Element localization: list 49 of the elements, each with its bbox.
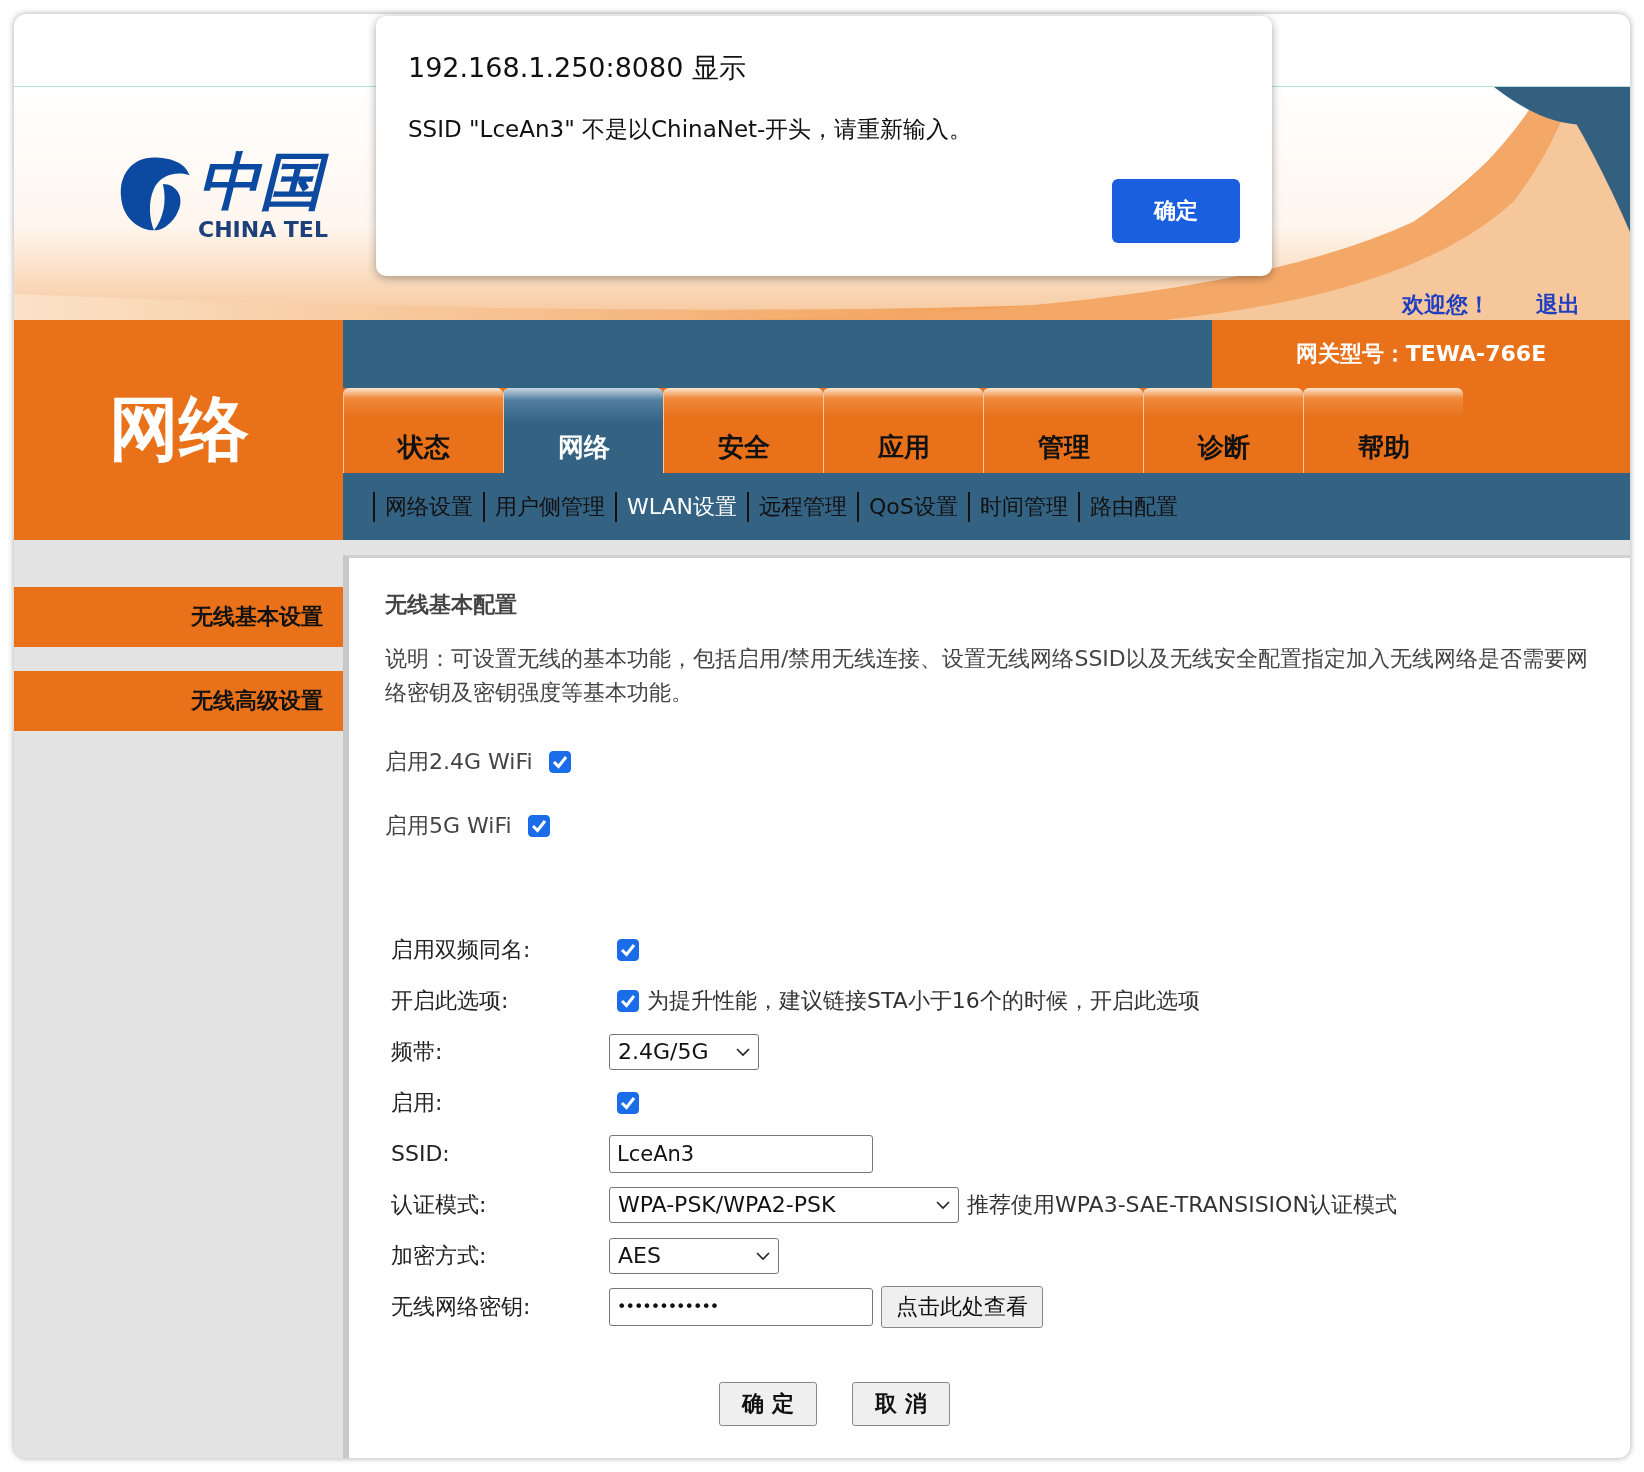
subnav-link[interactable]: WLAN设置 — [627, 491, 738, 522]
dropdown[interactable]: 2.4G/5G — [609, 1033, 759, 1070]
dialog-message: SSID "LceAn3" 不是以ChinaNet-开头，请重新输入。 — [408, 115, 974, 144]
hint-text: 为提升性能，建议链接STA小于16个的时候，开启此选项 — [647, 986, 1200, 1015]
section-title: 网络 — [108, 387, 249, 472]
dropdown[interactable]: AES — [609, 1237, 779, 1274]
ssid-field[interactable]: LceAn3 — [609, 1134, 873, 1173]
checkbox[interactable] — [617, 989, 639, 1012]
show-password-button[interactable]: 点击此处查看 — [881, 1285, 1043, 1328]
field-label: 启用: — [390, 1088, 444, 1117]
nav-tab[interactable]: 帮助 — [1303, 388, 1463, 473]
dropdown[interactable]: WPA-PSK/WPA2-PSK — [609, 1186, 959, 1223]
nav-tab[interactable]: 管理 — [983, 388, 1143, 473]
logo-text: 中国 — [198, 147, 328, 217]
confirm-button[interactable]: 确 定 — [719, 1382, 817, 1426]
nav-tab[interactable]: 诊断 — [1143, 388, 1303, 473]
cancel-button[interactable]: 取 消 — [852, 1382, 950, 1426]
chevron-icon — [736, 1046, 750, 1057]
field-label: 启用双频同名: — [390, 935, 532, 964]
password-field[interactable]: •••••••••••• — [609, 1287, 873, 1326]
nav-tab[interactable]: 状态 — [343, 388, 503, 473]
chevron-icon — [756, 1250, 770, 1261]
logout-link[interactable]: 退出 — [1536, 290, 1580, 320]
checkbox[interactable] — [617, 1091, 639, 1114]
checkbox[interactable] — [617, 938, 639, 961]
field-label: SSID: — [390, 1141, 451, 1166]
nav-tab[interactable]: 安全 — [663, 388, 823, 473]
nav-tab[interactable]: 应用 — [823, 388, 983, 473]
sidebar-item[interactable]: 无线高级设置 — [14, 671, 343, 731]
toggle-label: 启用2.4G WiFi — [385, 748, 533, 776]
logo-subtitle: CHINA TEL — [198, 217, 328, 243]
field-label: 认证模式: — [390, 1190, 488, 1219]
welcome-text: 欢迎您！ — [1402, 291, 1490, 319]
field-label: 频带: — [390, 1037, 444, 1066]
field-label: 加密方式: — [390, 1241, 488, 1270]
toggle-label: 启用5G WiFi — [385, 812, 512, 840]
description-text: 说明：可设置无线的基本功能，包括启用/禁用无线连接、设置无线网络SSID以及无线安全配置指定加入无线网络是否需要网络密钥及密钥强度等基本功能。 — [385, 645, 1589, 707]
hint-text: 推荐使用WPA3-SAE-TRANSISION认证模式 — [967, 1190, 1397, 1219]
chevron-icon — [936, 1199, 950, 1210]
sidebar-item[interactable]: 无线基本设置 — [14, 587, 343, 647]
checkbox[interactable] — [527, 815, 550, 837]
field-label: 无线网络密钥: — [390, 1292, 532, 1321]
section-heading: 无线基本配置 — [385, 591, 518, 619]
dialog-title: 192.168.1.250:8080 显示 — [408, 51, 747, 85]
checkbox[interactable] — [548, 751, 571, 773]
gateway-model: 网关型号：TEWA-766E — [1295, 340, 1547, 368]
field-label: 开启此选项: — [390, 986, 510, 1015]
nav-tab[interactable]: 网络 — [503, 388, 663, 473]
ok-button[interactable]: 确定 — [1112, 179, 1240, 243]
